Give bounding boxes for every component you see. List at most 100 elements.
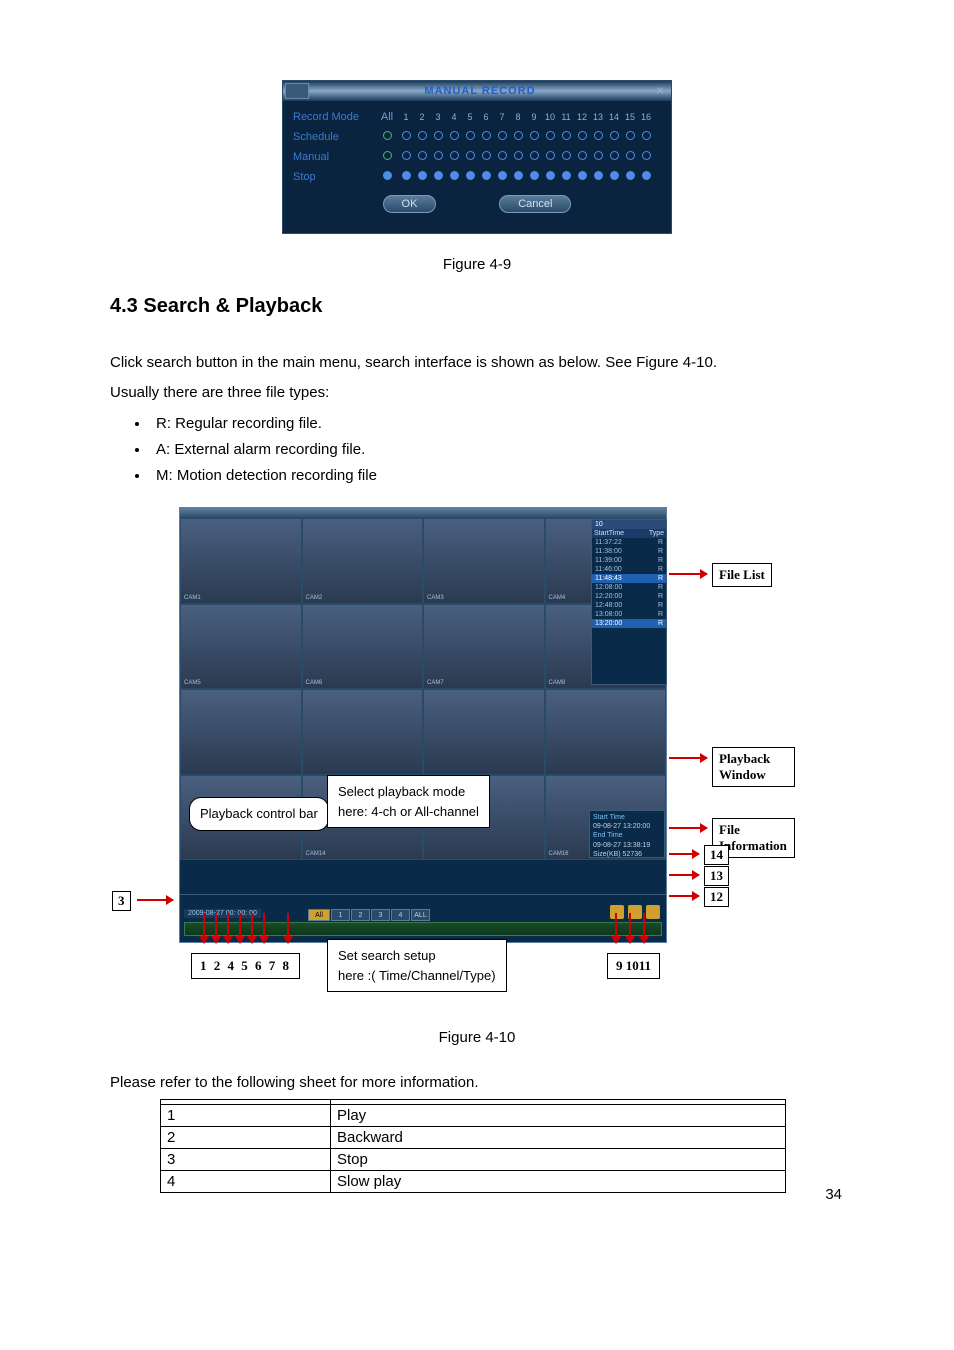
arrow-icon xyxy=(251,913,253,943)
camera-cell[interactable]: CAM2 xyxy=(302,518,424,604)
manual-channel-radios[interactable] xyxy=(399,151,661,163)
dialog-title: MANUAL RECORD xyxy=(309,85,651,97)
figure-4-10-caption: Figure 4-10 xyxy=(110,1029,844,1046)
bullet-m: M: Motion detection recording file xyxy=(150,463,844,489)
arrow-icon xyxy=(669,573,707,575)
arrow-icon xyxy=(669,827,707,829)
stop-all-radio[interactable] xyxy=(375,171,399,183)
playback-controls-table: 1Play 2Backward 3Stop 4Slow play xyxy=(160,1099,786,1193)
file-list-row[interactable]: 12:20:00R xyxy=(592,592,666,601)
table-row: 2Backward xyxy=(161,1127,786,1149)
channel-mode-selector[interactable]: All 1 2 3 4 ALL xyxy=(308,909,430,921)
close-icon[interactable]: × xyxy=(651,82,669,100)
bullet-r: R: Regular recording file. xyxy=(150,411,844,437)
tool-icon[interactable] xyxy=(610,905,624,919)
file-list-row[interactable]: 11:38:00R xyxy=(592,547,666,556)
channel-chip[interactable]: 3 xyxy=(371,909,390,921)
file-info-panel: Start Time 09-08-27 13:20:00 End Time 09… xyxy=(589,810,665,858)
channel-chip[interactable]: 2 xyxy=(351,909,370,921)
file-count-badge: 10 xyxy=(592,520,666,529)
file-list-row[interactable]: 12:08:00R xyxy=(592,583,666,592)
stop-channel-radios[interactable] xyxy=(399,171,661,183)
camera-cell[interactable]: CAM7 xyxy=(423,604,545,690)
playback-controls-area: Start Time 09-08-27 13:20:00 End Time 09… xyxy=(180,860,666,894)
arrow-icon xyxy=(669,757,707,759)
page-number: 34 xyxy=(825,1186,842,1203)
file-list-row[interactable]: 11:37:22R xyxy=(592,538,666,547)
camera-cell[interactable]: CAM6 xyxy=(302,604,424,690)
camera-cell[interactable]: CAM3 xyxy=(423,518,545,604)
arrow-icon xyxy=(239,913,241,943)
file-types-bullets: R: Regular recording file. A: External a… xyxy=(150,411,844,490)
paragraph-1: Click search button in the main menu, se… xyxy=(110,350,844,376)
camera-cell[interactable]: CAM1 xyxy=(180,518,302,604)
camera-cell[interactable] xyxy=(180,689,302,775)
channel-header: 12345678910111213141516 xyxy=(399,112,661,122)
figure-4-10: CAM1 CAM2 CAM3 CAM4 CAM5 CAM6 CAM7 CAM8 … xyxy=(159,507,795,1007)
cancel-button[interactable]: Cancel xyxy=(499,195,571,213)
playback-window-label: Playback Window xyxy=(712,747,795,787)
app-logo-icon xyxy=(285,83,309,99)
paragraph-2: Usually there are three file types: xyxy=(110,380,844,406)
camera-cell[interactable]: CAM5 xyxy=(180,604,302,690)
arrow-icon xyxy=(203,913,205,943)
manual-all-radio[interactable] xyxy=(375,151,399,163)
callout-nums-9-10-11: 9 1011 xyxy=(607,953,660,979)
table-row: 4Slow play xyxy=(161,1171,786,1193)
arrow-icon xyxy=(215,913,217,943)
figure-4-9-caption: Figure 4-9 xyxy=(110,256,844,273)
channel-chip[interactable]: 4 xyxy=(391,909,410,921)
arrow-icon xyxy=(227,913,229,943)
record-mode-label: Record Mode xyxy=(293,111,375,123)
file-list-row[interactable]: 12:48:00R xyxy=(592,601,666,610)
manual-record-titlebar: MANUAL RECORD × xyxy=(283,81,671,101)
arrow-icon xyxy=(643,913,645,943)
channel-chip-all[interactable]: ALL xyxy=(411,909,430,921)
ok-button[interactable]: OK xyxy=(383,195,437,213)
camera-cell[interactable] xyxy=(302,689,424,775)
stop-label: Stop xyxy=(293,171,375,183)
file-list-header: StartTime Type xyxy=(592,529,666,538)
arrow-icon xyxy=(669,853,699,855)
all-column-label: All xyxy=(375,111,399,123)
arrow-icon xyxy=(287,913,289,943)
timeline-bar[interactable] xyxy=(184,922,662,936)
schedule-all-radio[interactable] xyxy=(375,131,399,143)
playback-titlebar xyxy=(180,508,666,518)
file-list-row[interactable]: 11:48:43R xyxy=(592,574,666,583)
arrow-icon xyxy=(669,895,699,897)
file-list-label: File List xyxy=(712,563,772,587)
file-list-row[interactable]: 13:08:00R xyxy=(592,610,666,619)
callout-3: 3 xyxy=(112,891,131,911)
arrow-icon xyxy=(137,899,173,901)
table-row: 1Play xyxy=(161,1105,786,1127)
schedule-channel-radios[interactable] xyxy=(399,131,661,143)
playback-toolbar-icons[interactable] xyxy=(610,905,660,919)
tool-icon[interactable] xyxy=(646,905,660,919)
search-date-field[interactable]: 2009-08-27 00: 00: 00 xyxy=(184,909,261,918)
file-list-row[interactable]: 11:39:00R xyxy=(592,556,666,565)
callout-12: 12 xyxy=(704,887,729,907)
section-heading: 4.3 Search & Playback xyxy=(110,295,844,318)
arrow-icon xyxy=(629,913,631,943)
file-list-panel[interactable]: 10 StartTime Type 11:37:22R11:38:00R11:3… xyxy=(591,519,667,685)
arrow-icon xyxy=(669,874,699,876)
callout-13: 13 xyxy=(704,866,729,886)
callout-14: 14 xyxy=(704,845,729,865)
channel-chip[interactable]: 1 xyxy=(331,909,350,921)
file-list-row[interactable]: 13:20:00R xyxy=(592,619,666,628)
layout-all-icon[interactable]: All xyxy=(308,909,330,921)
set-search-callout: Set search setup here :( Time/Channel/Ty… xyxy=(327,939,507,992)
arrow-icon xyxy=(263,913,265,943)
arrow-icon xyxy=(615,913,617,943)
manual-label: Manual xyxy=(293,151,375,163)
manual-record-dialog: MANUAL RECORD × Record Mode All 12345678… xyxy=(282,80,672,234)
camera-cell[interactable] xyxy=(423,689,545,775)
file-list-row[interactable]: 11:46:00R xyxy=(592,565,666,574)
table-row: 3Stop xyxy=(161,1149,786,1171)
camera-cell[interactable] xyxy=(545,689,667,775)
bullet-a: A: External alarm recording file. xyxy=(150,437,844,463)
callout-nums-12456-7-8: 1 2 4 5 6 7 8 xyxy=(191,953,300,979)
schedule-label: Schedule xyxy=(293,131,375,143)
select-mode-callout: Select playback mode here: 4-ch or All-c… xyxy=(327,775,490,828)
